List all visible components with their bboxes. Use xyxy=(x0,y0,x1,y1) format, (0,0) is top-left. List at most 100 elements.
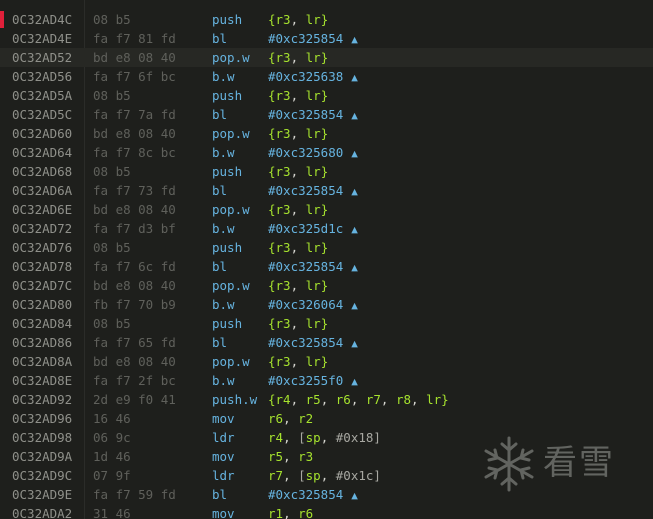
address-cell[interactable]: 0C32AD6E xyxy=(12,200,72,219)
address-cell[interactable]: 0C32AD5C xyxy=(12,105,72,124)
disassembly-row[interactable]: 0C32AD64 fa f7 8c bc b.w #0xc325680 ▲ xyxy=(0,143,653,162)
address-cell[interactable]: 0C32AD96 xyxy=(12,409,72,428)
disassembly-row[interactable]: 0C32AD78 fa f7 6c fd bl #0xc325854 ▲ xyxy=(0,257,653,276)
operands: {r3, lr} xyxy=(268,12,329,27)
address-cell[interactable]: 0C32AD56 xyxy=(12,67,72,86)
address-cell[interactable]: 0C32ADA2 xyxy=(12,504,72,519)
disassembly-row[interactable]: 0C32AD60 bd e8 08 40 pop.w {r3, lr} xyxy=(0,124,653,143)
operands: r7, [sp, #0x1c] xyxy=(268,468,381,483)
branch-up-arrow-icon[interactable]: ▲ xyxy=(351,375,358,388)
branch-target-link[interactable]: #0xc325680 xyxy=(268,145,343,160)
branch-target-link[interactable]: #0xc325854 xyxy=(268,183,343,198)
operands: r4, [sp, #0x18] xyxy=(268,430,381,445)
address-cell[interactable]: 0C32AD52 xyxy=(12,48,72,67)
operands-cell: r7, [sp, #0x1c] xyxy=(268,466,381,485)
address-cell[interactable]: 0C32AD9C xyxy=(12,466,72,485)
mnemonic: push xyxy=(212,164,243,179)
address-cell[interactable]: 0C32AD80 xyxy=(12,295,72,314)
branch-target-link[interactable]: #0xc325854 xyxy=(268,487,343,502)
disassembly-row[interactable]: 0C32AD96 16 46 mov r6, r2 xyxy=(0,409,653,428)
opcode-bytes: 07 9f xyxy=(93,468,131,483)
disassembly-row[interactable]: 0C32AD6A fa f7 73 fd bl #0xc325854 ▲ xyxy=(0,181,653,200)
address-cell[interactable]: 0C32AD76 xyxy=(12,238,72,257)
opcode-bytes: 31 46 xyxy=(93,506,131,519)
operands-cell: #0xc325854 ▲ xyxy=(268,29,358,49)
disassembly-row[interactable]: 0C32AD5C fa f7 7a fd bl #0xc325854 ▲ xyxy=(0,105,653,124)
opcode-bytes: 08 b5 xyxy=(93,88,131,103)
address-cell[interactable]: 0C32AD78 xyxy=(12,257,72,276)
branch-up-arrow-icon[interactable]: ▲ xyxy=(351,299,358,312)
mnemonic: pop.w xyxy=(212,126,250,141)
disassembly-row[interactable]: 0C32AD4C 08 b5 push {r3, lr} xyxy=(0,10,653,29)
address-cell[interactable]: 0C32AD60 xyxy=(12,124,72,143)
operands-cell: r5, r3 xyxy=(268,447,313,466)
address-cell[interactable]: 0C32AD9A xyxy=(12,447,72,466)
branch-target-link[interactable]: #0xc3255f0 xyxy=(268,373,343,388)
branch-up-arrow-icon[interactable]: ▲ xyxy=(351,223,358,236)
branch-target-link[interactable]: #0xc325854 xyxy=(268,259,343,274)
disassembly-row[interactable]: 0C32AD7C bd e8 08 40 pop.w {r3, lr} xyxy=(0,276,653,295)
disassembly-row[interactable]: 0C32AD8A bd e8 08 40 pop.w {r3, lr} xyxy=(0,352,653,371)
disassembly-row[interactable]: 0C32ADA2 31 46 mov r1, r6 xyxy=(0,504,653,519)
disassembly-row[interactable]: 0C32AD68 08 b5 push {r3, lr} xyxy=(0,162,653,181)
mnemonic: pop.w xyxy=(212,50,250,65)
branch-up-arrow-icon[interactable]: ▲ xyxy=(351,109,358,122)
branch-up-arrow-icon[interactable]: ▲ xyxy=(351,261,358,274)
mnemonic: pop.w xyxy=(212,278,250,293)
snowflake-icon xyxy=(484,436,534,492)
address-cell[interactable]: 0C32AD7C xyxy=(12,276,72,295)
address-cell[interactable]: 0C32AD98 xyxy=(12,428,72,447)
disassembly-row[interactable]: 0C32AD86 fa f7 65 fd bl #0xc325854 ▲ xyxy=(0,333,653,352)
disassembly-row[interactable]: 0C32AD56 fa f7 6f bc b.w #0xc325638 ▲ xyxy=(0,67,653,86)
branch-target-link[interactable]: #0xc325854 xyxy=(268,107,343,122)
address-cell[interactable]: 0C32AD6A xyxy=(12,181,72,200)
disassembly-row[interactable]: 0C32AD52 bd e8 08 40 pop.w {r3, lr} xyxy=(0,48,653,67)
mnemonic: push.w xyxy=(212,392,258,407)
operands-cell: {r3, lr} xyxy=(268,10,328,29)
branch-target-link[interactable]: #0xc326064 xyxy=(268,297,343,312)
branch-target-link[interactable]: #0xc325638 xyxy=(268,69,343,84)
opcode-bytes: 16 46 xyxy=(93,411,131,426)
operands-cell: {r3, lr} xyxy=(268,238,328,257)
branch-up-arrow-icon[interactable]: ▲ xyxy=(351,71,358,84)
address-cell[interactable]: 0C32AD9E xyxy=(12,485,72,504)
disassembly-row[interactable]: 0C32AD84 08 b5 push {r3, lr} xyxy=(0,314,653,333)
disassembly-view[interactable]: 0C32AD4C 08 b5 push {r3, lr} 0C32AD4E fa f7 8… xyxy=(0,0,653,519)
opcode-bytes: 2d e9 f0 41 xyxy=(93,392,176,407)
branch-up-arrow-icon[interactable]: ▲ xyxy=(351,337,358,350)
address-cell[interactable]: 0C32AD92 xyxy=(12,390,72,409)
address-cell[interactable]: 0C32AD5A xyxy=(12,86,72,105)
branch-target-link[interactable]: #0xc325854 xyxy=(268,335,343,350)
mnemonic: push xyxy=(212,12,243,27)
disassembly-row[interactable]: 0C32AD92 2d e9 f0 41 push.w {r4, r5, r6, r7… xyxy=(0,390,653,409)
opcode-bytes: 08 b5 xyxy=(93,12,131,27)
disassembly-row[interactable]: 0C32AD76 08 b5 push {r3, lr} xyxy=(0,238,653,257)
disassembly-row[interactable]: 0C32AD6E bd e8 08 40 pop.w {r3, lr} xyxy=(0,200,653,219)
address-cell[interactable]: 0C32AD8A xyxy=(12,352,72,371)
address-cell[interactable]: 0C32AD64 xyxy=(12,143,72,162)
address-cell[interactable]: 0C32AD4C xyxy=(12,10,72,29)
branch-up-arrow-icon[interactable]: ▲ xyxy=(351,185,358,198)
operands: r1, r6 xyxy=(268,506,314,519)
disassembly-row[interactable]: 0C32AD4E fa f7 81 fd bl #0xc325854 ▲ xyxy=(0,29,653,48)
disassembly-row[interactable]: 0C32AD72 fa f7 d3 bf b.w #0xc325d1c ▲ xyxy=(0,219,653,238)
operands-cell: #0xc325854 ▲ xyxy=(268,485,358,505)
branch-target-link[interactable]: #0xc325854 xyxy=(268,31,343,46)
branch-up-arrow-icon[interactable]: ▲ xyxy=(351,147,358,160)
operands-cell: #0xc326064 ▲ xyxy=(268,295,358,315)
address-cell[interactable]: 0C32AD84 xyxy=(12,314,72,333)
disassembly-row[interactable]: 0C32AD80 fb f7 70 b9 b.w #0xc326064 ▲ xyxy=(0,295,653,314)
address-cell[interactable]: 0C32AD4E xyxy=(12,29,72,48)
mnemonic: mov xyxy=(212,449,235,464)
address-cell[interactable]: 0C32AD86 xyxy=(12,333,72,352)
address-cell[interactable]: 0C32AD8E xyxy=(12,371,72,390)
branch-up-arrow-icon[interactable]: ▲ xyxy=(351,489,358,502)
branch-target-link[interactable]: #0xc325d1c xyxy=(268,221,343,236)
opcode-bytes: fa f7 6f bc xyxy=(93,69,176,84)
disassembly-row[interactable]: 0C32AD5A 08 b5 push {r3, lr} xyxy=(0,86,653,105)
mnemonic: pop.w xyxy=(212,202,250,217)
disassembly-row[interactable]: 0C32AD8E fa f7 2f bc b.w #0xc3255f0 ▲ xyxy=(0,371,653,390)
branch-up-arrow-icon[interactable]: ▲ xyxy=(351,33,358,46)
address-cell[interactable]: 0C32AD72 xyxy=(12,219,72,238)
address-cell[interactable]: 0C32AD68 xyxy=(12,162,72,181)
